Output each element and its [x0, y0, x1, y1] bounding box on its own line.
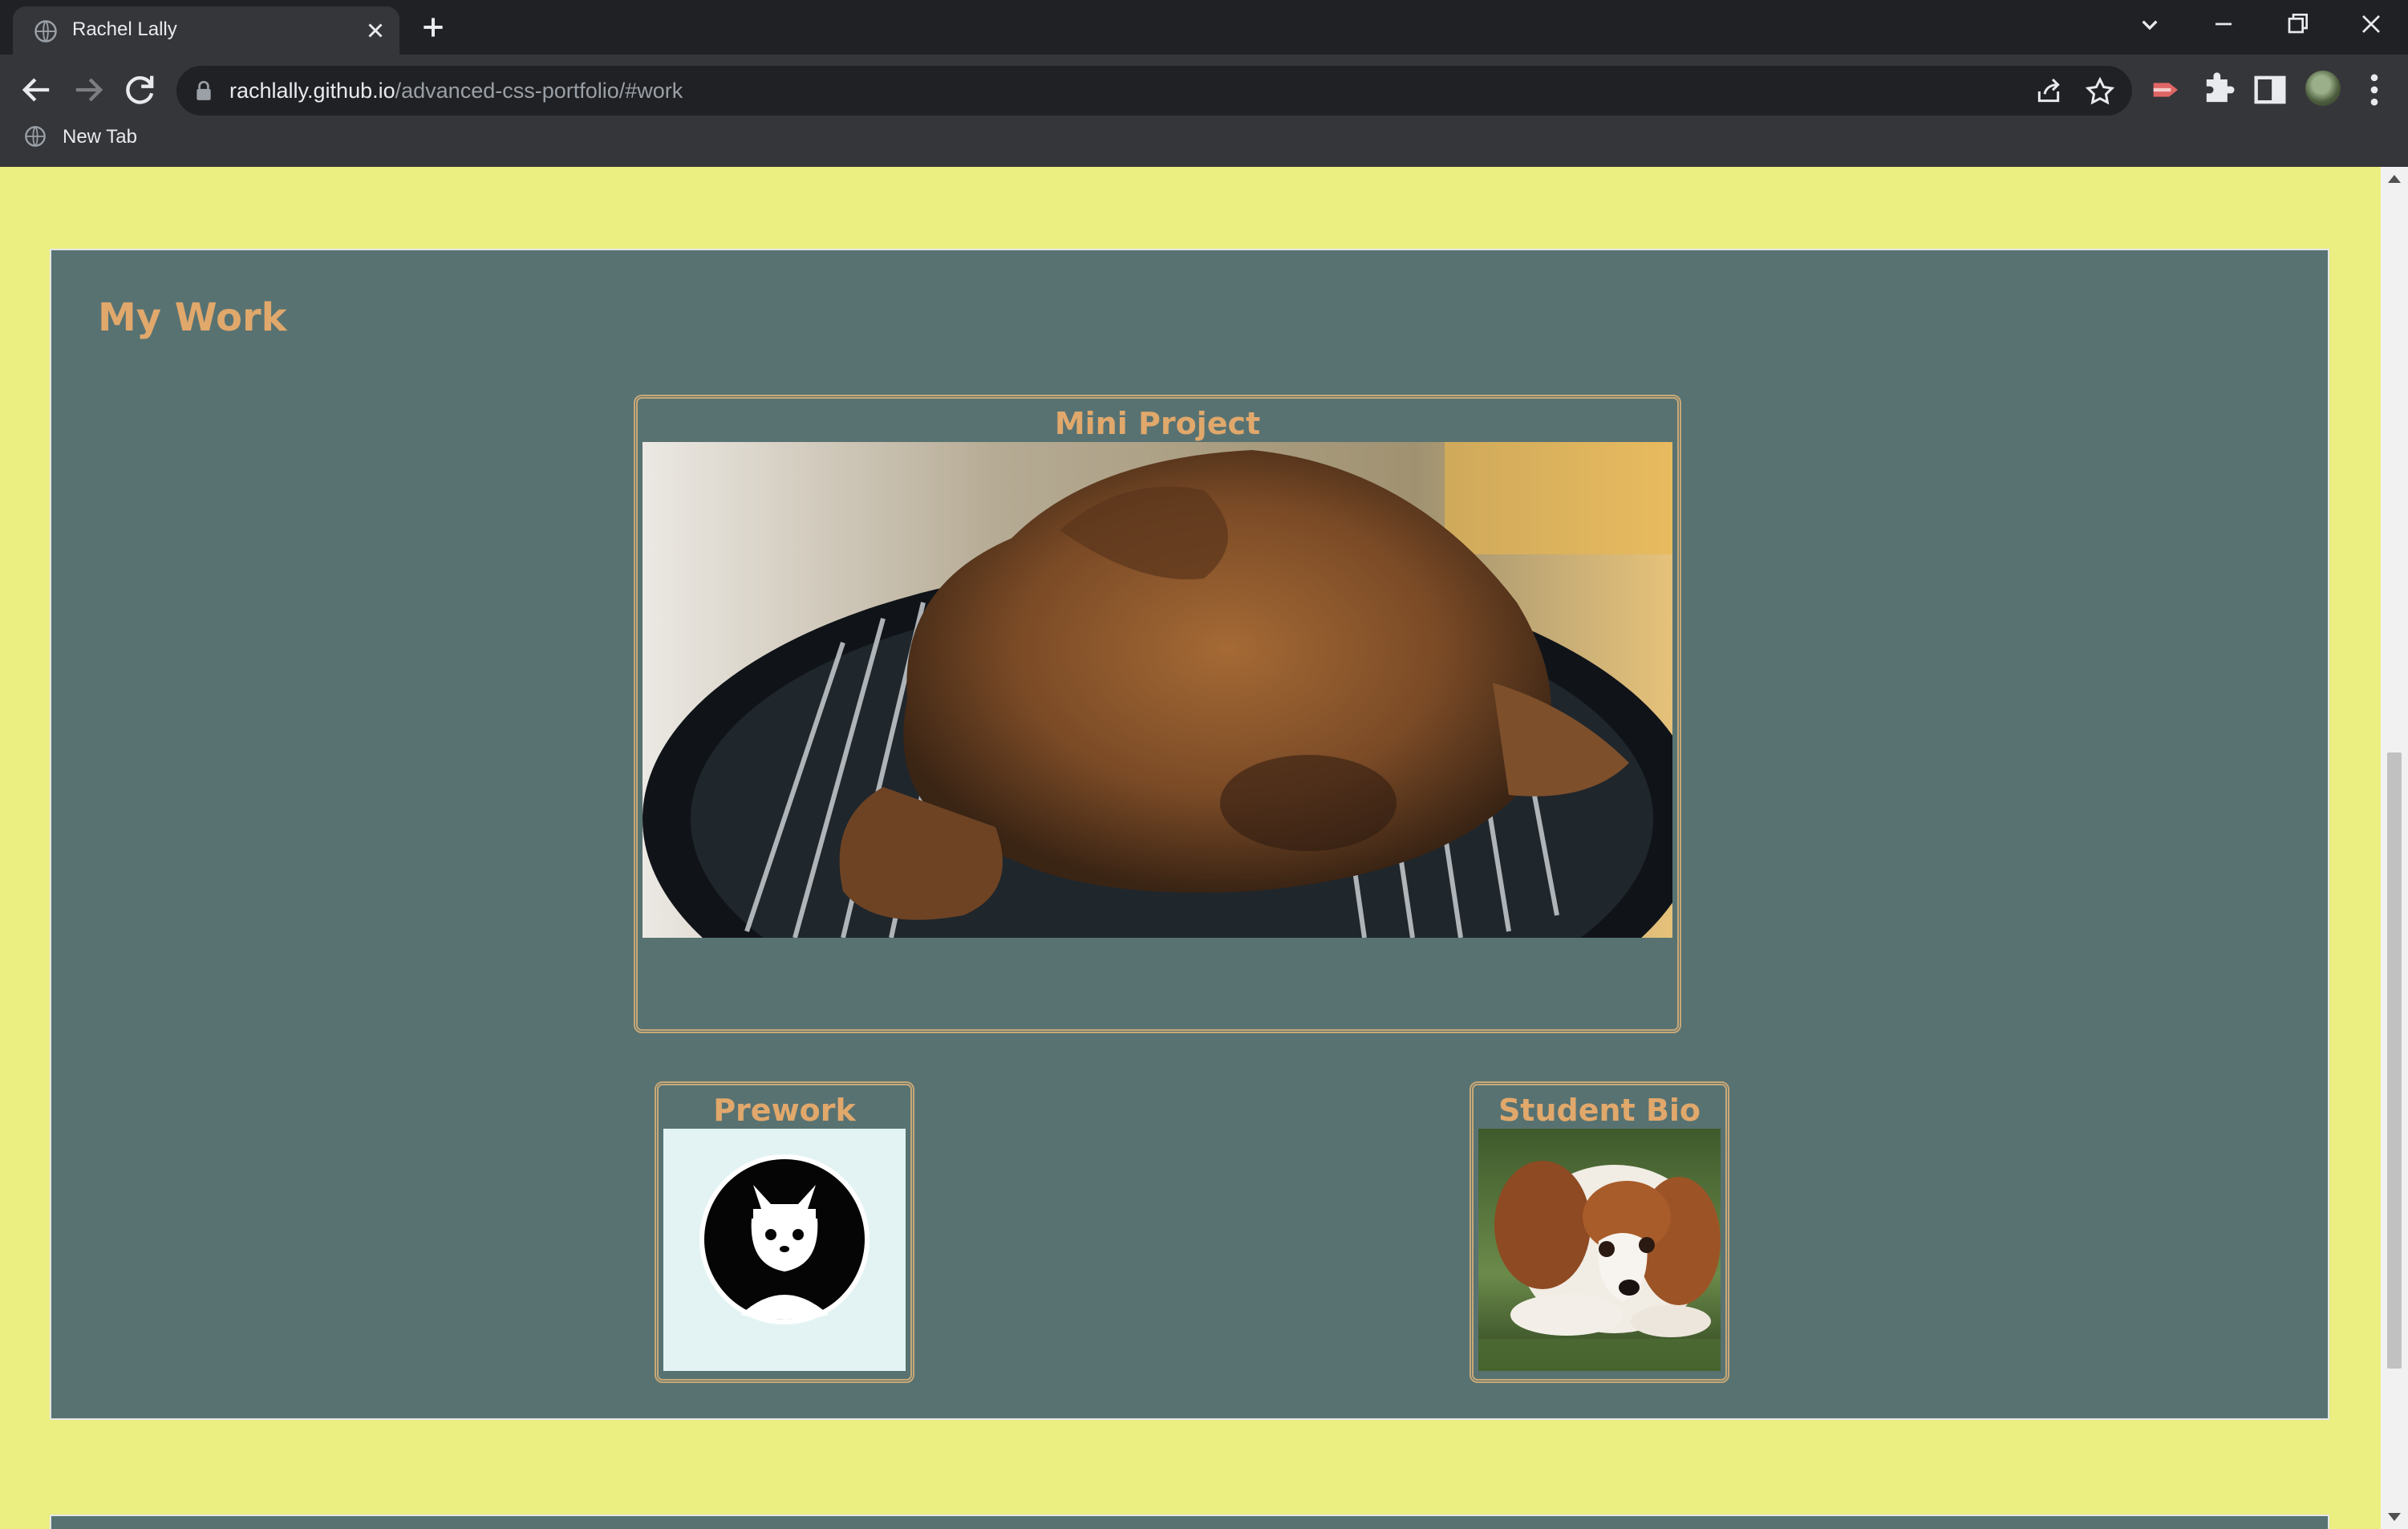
url-path: /advanced-css-portfolio/#work	[395, 79, 683, 103]
project-card-prework[interactable]: Prework	[655, 1081, 914, 1383]
work-section: My Work Mini Project Prework Student Bio	[50, 249, 2329, 1420]
lock-icon[interactable]	[194, 80, 213, 101]
url-text[interactable]: rachlally.github.io/advanced-css-portfol…	[229, 77, 683, 104]
cat-logo-image	[663, 1129, 906, 1371]
bookmark-label: New Tab	[63, 126, 137, 148]
project-card-mini-project[interactable]: Mini Project	[634, 395, 1681, 1033]
turkey-image	[643, 442, 1672, 938]
project-title: Student Bio	[1498, 1093, 1701, 1128]
globe-icon	[34, 20, 57, 43]
browser-tab[interactable]: Rachel Lally	[13, 6, 399, 55]
bookmark-star-icon[interactable]	[2084, 75, 2116, 107]
forward-icon[interactable]	[67, 69, 109, 111]
project-title: Mini Project	[1054, 406, 1261, 441]
extensions-puzzle-icon[interactable]	[2198, 69, 2240, 111]
section-title: My Work	[98, 295, 287, 340]
close-window-icon[interactable]	[2352, 8, 2390, 40]
browser-toolbar: rachlally.github.io/advanced-css-portfol…	[0, 55, 2408, 167]
menu-icon[interactable]	[2353, 69, 2395, 111]
tab-strip: Rachel Lally	[0, 0, 2408, 55]
minimize-icon[interactable]	[2204, 8, 2243, 40]
project-title: Prework	[713, 1093, 856, 1128]
vertical-scrollbar[interactable]	[2381, 167, 2408, 1529]
profile-avatar[interactable]	[2305, 71, 2341, 106]
scrollbar-thumb[interactable]	[2387, 752, 2402, 1369]
globe-icon	[25, 126, 46, 147]
page-viewport: My Work Mini Project Prework Student Bio	[0, 167, 2381, 1529]
tab-search-icon[interactable]	[2130, 8, 2169, 40]
scroll-down-arrow-icon[interactable]	[2388, 1513, 2401, 1521]
url-host: rachlally.github.io	[229, 79, 395, 103]
restore-icon[interactable]	[2278, 8, 2317, 40]
back-icon[interactable]	[16, 69, 58, 111]
address-bar[interactable]: rachlally.github.io/advanced-css-portfol…	[176, 66, 2132, 116]
new-tab-icon[interactable]	[417, 11, 449, 43]
project-card-student-bio[interactable]: Student Bio	[1470, 1081, 1729, 1383]
share-icon[interactable]	[2033, 75, 2065, 107]
reload-icon[interactable]	[119, 69, 160, 111]
next-section-edge	[50, 1515, 2329, 1529]
extension-icon[interactable]	[2147, 69, 2188, 111]
tab-title: Rachel Lally	[72, 18, 177, 40]
scroll-up-arrow-icon[interactable]	[2388, 175, 2401, 183]
puppy-image	[1478, 1129, 1721, 1371]
side-panel-icon[interactable]	[2249, 69, 2291, 111]
close-tab-icon[interactable]	[361, 16, 390, 45]
